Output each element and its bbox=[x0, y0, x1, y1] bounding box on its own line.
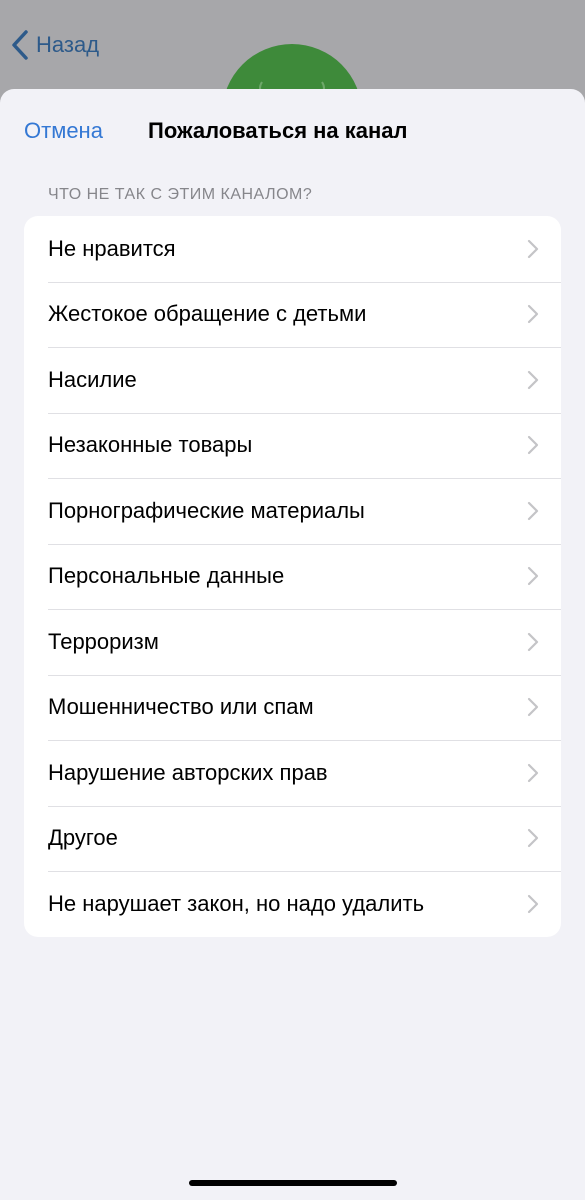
reason-label: Персональные данные bbox=[48, 563, 285, 589]
reason-label: Другое bbox=[48, 825, 118, 851]
chevron-right-icon bbox=[527, 698, 539, 717]
reason-item-copyright[interactable]: Нарушение авторских прав bbox=[24, 740, 561, 806]
reason-item-violence[interactable]: Насилие bbox=[24, 347, 561, 413]
reason-item-fraud-spam[interactable]: Мошенничество или спам bbox=[24, 674, 561, 741]
home-indicator[interactable] bbox=[189, 1180, 397, 1186]
chevron-right-icon bbox=[527, 436, 539, 455]
reason-label: Мошенничество или спам bbox=[48, 694, 314, 720]
reason-item-personal-data[interactable]: Персональные данные bbox=[24, 543, 561, 610]
cancel-button[interactable]: Отмена bbox=[24, 118, 103, 144]
reason-label: Нарушение авторских прав bbox=[48, 759, 328, 785]
sheet-header: Отмена Пожаловаться на канал bbox=[0, 89, 585, 175]
reason-item-illegal-goods[interactable]: Незаконные товары bbox=[24, 412, 561, 479]
reason-label: Не нравится bbox=[48, 235, 176, 261]
chevron-right-icon bbox=[527, 370, 539, 389]
reason-item-child-abuse[interactable]: Жестокое обращение с детьми bbox=[24, 281, 561, 348]
chevron-right-icon bbox=[527, 501, 539, 520]
chevron-right-icon bbox=[527, 305, 539, 324]
reason-label: Насилие bbox=[48, 366, 137, 392]
reason-label: Жестокое обращение с детьми bbox=[48, 301, 367, 327]
chevron-right-icon bbox=[527, 829, 539, 848]
sheet-title: Пожаловаться на канал bbox=[148, 118, 408, 143]
reason-label: Не нарушает закон, но надо удалить bbox=[48, 890, 425, 916]
reason-item-other[interactable]: Другое bbox=[24, 805, 561, 872]
reason-item-legal-but-remove[interactable]: Не нарушает закон, но надо удалить bbox=[24, 871, 561, 937]
reason-item-pornography[interactable]: Порнографические материалы bbox=[24, 478, 561, 544]
chevron-right-icon bbox=[527, 632, 539, 651]
chevron-right-icon bbox=[527, 567, 539, 586]
reason-item-dislike[interactable]: Не нравится bbox=[24, 216, 561, 282]
chevron-right-icon bbox=[527, 763, 539, 782]
screen: Назад Отмена Пожаловаться на канал ЧТО Н… bbox=[0, 0, 585, 1200]
reason-label: Незаконные товары bbox=[48, 432, 253, 458]
reason-item-terrorism[interactable]: Терроризм bbox=[24, 609, 561, 675]
back-button[interactable]: Назад bbox=[10, 28, 99, 62]
chevron-right-icon bbox=[527, 239, 539, 258]
report-reasons-list: Не нравится Жестокое обращение с детьми … bbox=[24, 216, 561, 937]
chevron-right-icon bbox=[527, 894, 539, 913]
reason-label: Терроризм bbox=[48, 628, 159, 654]
section-header: ЧТО НЕ ТАК С ЭТИМ КАНАЛОМ? bbox=[48, 186, 313, 203]
back-label: Назад bbox=[36, 32, 100, 57]
chevron-left-icon bbox=[12, 30, 28, 60]
reason-label: Порнографические материалы bbox=[48, 497, 365, 523]
report-sheet: Отмена Пожаловаться на канал ЧТО НЕ ТАК … bbox=[0, 89, 585, 1200]
